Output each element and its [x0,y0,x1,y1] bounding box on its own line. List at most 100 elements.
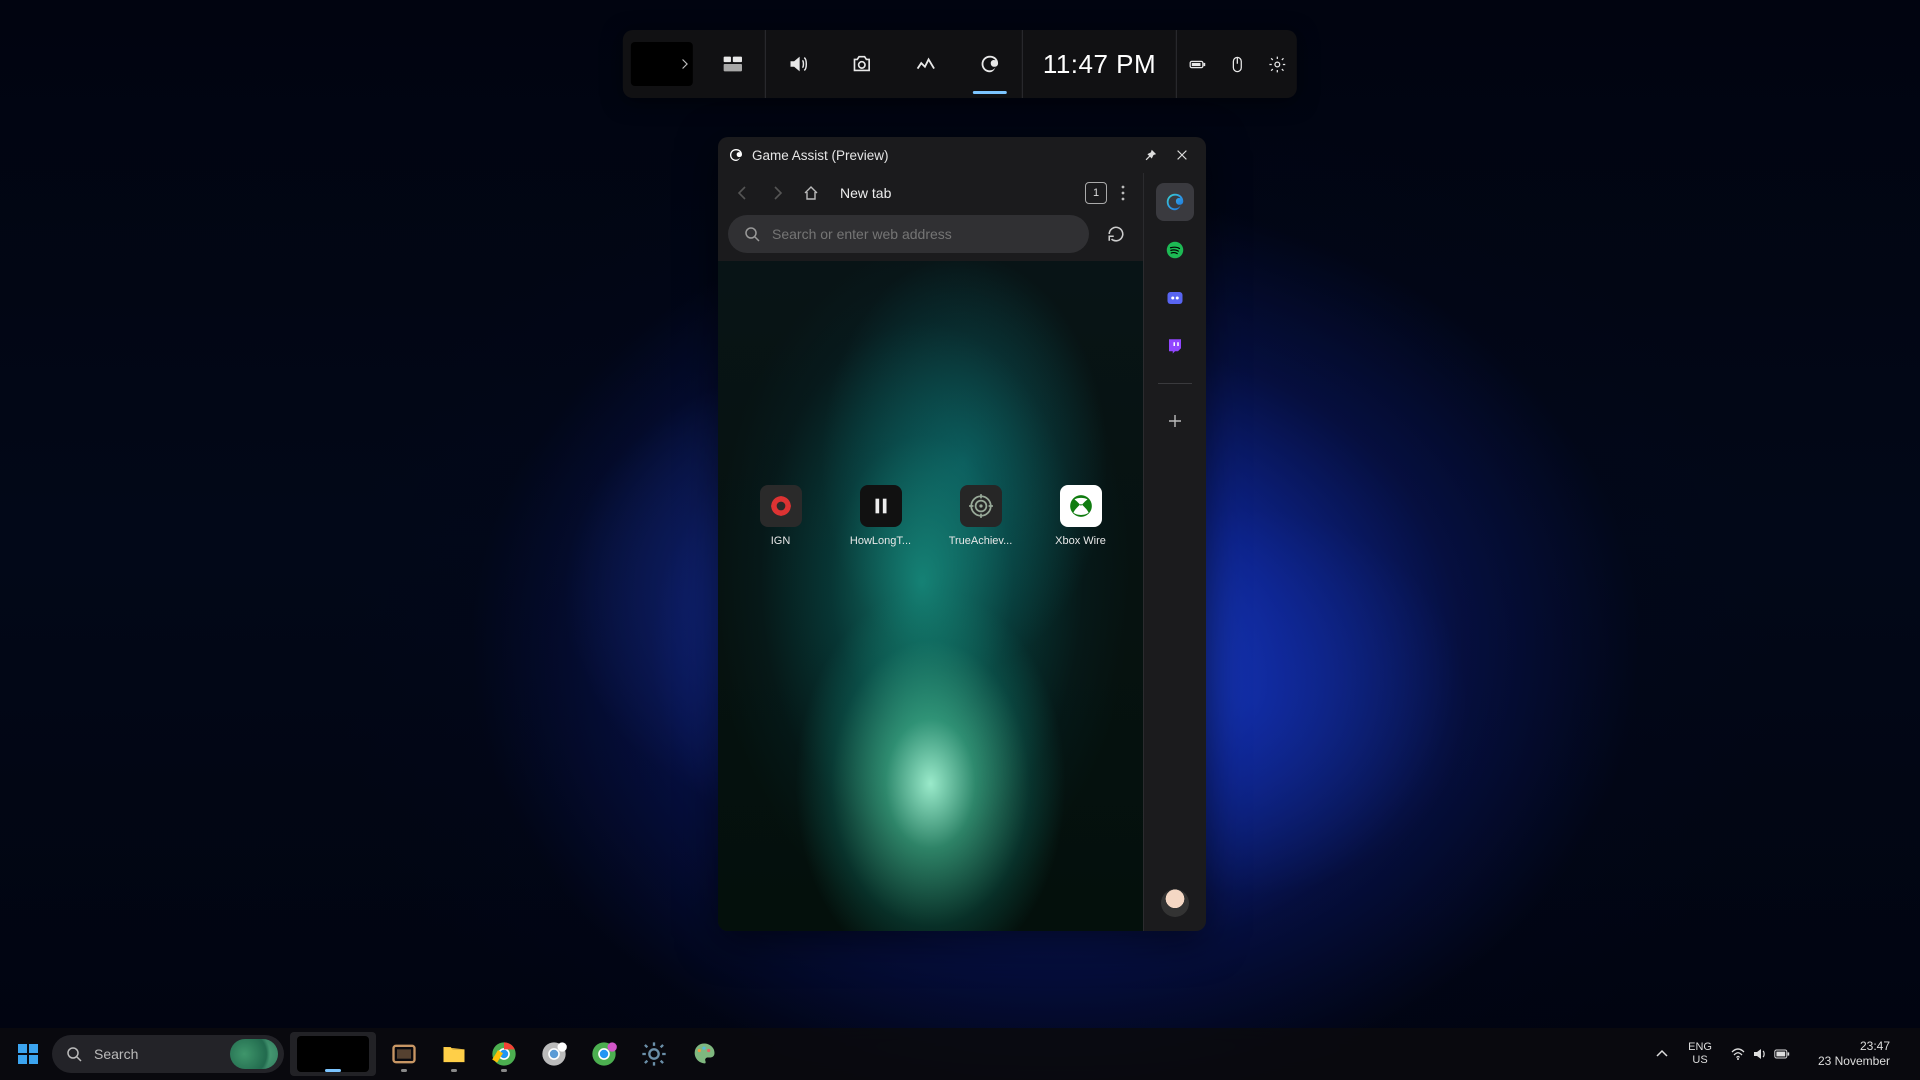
kebab-icon [1121,185,1125,201]
plus-icon [1167,413,1183,429]
home-icon [803,185,819,201]
nav-forward-button[interactable] [762,178,792,208]
taskbar-app-chrome[interactable] [482,1032,526,1076]
shortcut-xbox-wire[interactable]: Xbox Wire [1045,485,1117,547]
chrome-canary-icon [590,1040,618,1068]
gamebar-performance-button[interactable] [894,30,958,98]
chrome-beta-icon [540,1040,568,1068]
xbox-icon [1060,485,1102,527]
chevron-left-icon [735,185,751,201]
sidebar-app-edge[interactable] [1156,183,1194,221]
shortcut-ign[interactable]: IGN [745,485,817,547]
camera-icon [851,53,873,75]
discord-icon [1166,289,1184,307]
gamebar-clock: 11:47 PM [1023,49,1176,80]
game-assist-title: Game Assist (Preview) [752,148,889,163]
tray-language[interactable]: ENG US [1680,1034,1720,1074]
shortcut-howlongtobeat[interactable]: HowLongT... [845,485,917,547]
nav-back-button[interactable] [728,178,758,208]
gamebar-settings-button[interactable] [1257,30,1297,98]
battery-icon [1774,1046,1790,1062]
taskbar-app-taskview[interactable] [382,1032,426,1076]
sidebar-app-discord[interactable] [1156,279,1194,317]
address-bar-input[interactable] [772,226,1073,242]
tray-time: 23:47 [1860,1039,1890,1054]
edge-icon [979,53,1001,75]
taskbar-app-active[interactable] [290,1032,376,1076]
tab-menu-button[interactable] [1113,178,1133,208]
refresh-icon [1107,225,1125,243]
search-icon [744,226,760,242]
gamebar-game-assist-button[interactable] [958,30,1022,98]
refresh-button[interactable] [1099,217,1133,251]
volume-icon [787,53,809,75]
palette-icon [690,1040,718,1068]
twitch-icon [1166,337,1184,355]
gamebar-capture-button[interactable] [830,30,894,98]
chevron-right-icon [769,185,785,201]
chevron-up-icon [1654,1046,1670,1062]
close-icon [1175,148,1189,162]
volume-icon [1752,1046,1768,1062]
tray-date: 23 November [1818,1054,1890,1069]
spotify-icon [1166,241,1184,259]
tray-overflow-button[interactable] [1646,1034,1678,1074]
shortcut-label: IGN [771,535,791,547]
taskbar-search-placeholder: Search [94,1046,138,1062]
gamebar-mouse-button[interactable] [1217,30,1257,98]
taskbar-app-chrome-canary[interactable] [582,1032,626,1076]
taskbar-app-settings[interactable] [632,1032,676,1076]
task-view-icon [390,1040,418,1068]
gamebar-widgets-button[interactable] [701,30,765,98]
chevron-right-icon [679,58,691,70]
sidebar-app-twitch[interactable] [1156,327,1194,365]
tray-network-sound-battery[interactable] [1722,1034,1798,1074]
game-assist-titlebar[interactable]: Game Assist (Preview) [718,137,1206,173]
tab-count-button[interactable]: 1 [1085,182,1107,204]
new-tab-background [718,261,1143,931]
shortcut-label: Xbox Wire [1055,535,1106,547]
pin-icon [1143,148,1157,162]
sidebar-add-button[interactable] [1156,402,1194,440]
address-bar[interactable] [728,215,1089,253]
close-button[interactable] [1166,141,1198,169]
taskbar-app-chrome-beta[interactable] [532,1032,576,1076]
nav-home-button[interactable] [796,178,826,208]
shortcut-label: TrueAchiev... [949,535,1013,547]
browser-content[interactable]: IGN HowLongT... TrueAchiev... [718,261,1143,931]
tray-clock[interactable]: 23:47 23 November [1800,1034,1908,1074]
taskbar-search[interactable]: Search [52,1035,284,1073]
edge-icon [1164,191,1186,213]
edge-icon [728,147,744,163]
folder-icon [440,1040,468,1068]
windows-taskbar: Search E [0,1028,1920,1080]
trueachievements-icon [960,485,1002,527]
gamebar-profile[interactable] [631,42,693,86]
pin-button[interactable] [1134,141,1166,169]
shortcut-trueachievements[interactable]: TrueAchiev... [945,485,1017,547]
game-assist-window: Game Assist (Preview) New tab 1 [718,137,1206,931]
game-assist-browser-pane: New tab 1 [718,173,1144,931]
sidebar-app-spotify[interactable] [1156,231,1194,269]
sidebar-divider [1158,383,1192,384]
ign-icon [760,485,802,527]
hltb-icon [860,485,902,527]
search-icon [66,1046,82,1062]
taskbar-app-paint[interactable] [682,1032,726,1076]
battery-icon [1188,55,1207,74]
profile-avatar[interactable] [1161,889,1189,917]
windows-icon [16,1042,40,1066]
game-assist-sidebar [1144,173,1206,931]
xbox-game-bar: 11:47 PM [623,30,1297,98]
widgets-icon [722,53,744,75]
search-highlight-icon [230,1039,278,1069]
gamebar-battery-button[interactable] [1177,30,1217,98]
performance-icon [915,53,937,75]
mouse-icon [1228,55,1247,74]
chrome-icon [490,1040,518,1068]
start-button[interactable] [10,1036,46,1072]
shortcut-label: HowLongT... [850,535,911,547]
gamebar-audio-button[interactable] [766,30,830,98]
wifi-icon [1730,1046,1746,1062]
taskbar-app-explorer[interactable] [432,1032,476,1076]
